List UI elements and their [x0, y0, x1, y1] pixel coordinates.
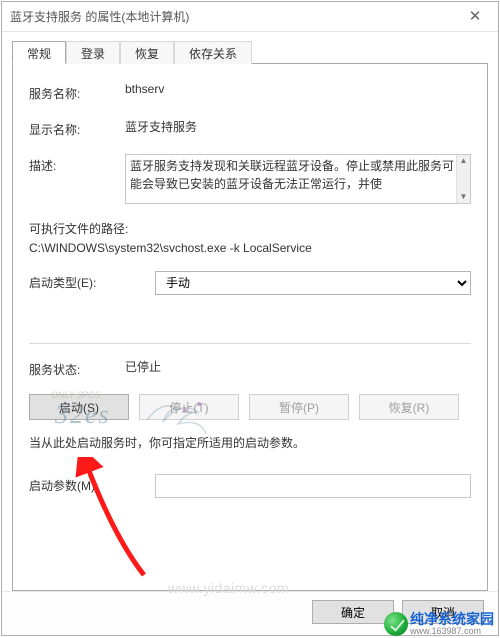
dialog-footer: 确定 取消 — [2, 591, 498, 635]
pause-button: 暂停(P) — [249, 394, 349, 420]
service-status-label: 服务状态: — [29, 358, 125, 378]
close-icon[interactable]: ✕ — [460, 6, 490, 28]
scroll-up-icon[interactable]: ▲ — [457, 155, 470, 167]
exe-path-label: 可执行文件的路径: — [29, 220, 471, 237]
cancel-button[interactable]: 取消 — [402, 600, 484, 624]
startup-type-select[interactable]: 手动 — [155, 271, 471, 295]
ok-button[interactable]: 确定 — [312, 600, 394, 624]
titlebar: 蓝牙支持服务 的属性(本地计算机) ✕ — [2, 2, 498, 32]
tab-recovery[interactable]: 恢复 — [120, 41, 174, 64]
description-box: 蓝牙服务支持发现和关联远程蓝牙设备。停止或禁用此服务可能会导致已安装的蓝牙设备无… — [125, 154, 471, 204]
tab-panel-general: 服务名称: bthserv 显示名称: 蓝牙支持服务 描述: 蓝牙服务支持发现和… — [12, 64, 488, 591]
description-text: 蓝牙服务支持发现和关联远程蓝牙设备。停止或禁用此服务可能会导致已安装的蓝牙设备无… — [130, 159, 454, 191]
tab-general[interactable]: 常规 — [12, 41, 66, 64]
resume-button: 恢复(R) — [359, 394, 459, 420]
service-control-buttons: 启动(S) 停止(T) 暂停(P) 恢复(R) — [29, 394, 471, 420]
exe-path-value: C:\WINDOWS\system32\svchost.exe -k Local… — [29, 241, 471, 255]
tab-dependencies[interactable]: 依存关系 — [174, 41, 252, 64]
start-button[interactable]: 启动(S) — [29, 394, 129, 420]
service-name-value: bthserv — [125, 82, 471, 96]
startup-type-label: 启动类型(E): — [29, 271, 155, 291]
divider — [29, 343, 471, 344]
service-name-label: 服务名称: — [29, 82, 125, 102]
display-name-label: 显示名称: — [29, 118, 125, 138]
content: 常规 登录 恢复 依存关系 服务名称: bthserv 显示名称: 蓝牙支持服务… — [2, 32, 498, 591]
tab-strip: 常规 登录 恢复 依存关系 — [12, 40, 488, 64]
description-scrollbar[interactable]: ▲ ▼ — [456, 155, 470, 203]
start-params-label: 启动参数(M): — [29, 474, 155, 494]
description-label: 描述: — [29, 154, 125, 174]
start-params-input[interactable] — [155, 474, 471, 498]
scroll-down-icon[interactable]: ▼ — [457, 191, 470, 203]
display-name-value: 蓝牙支持服务 — [125, 118, 471, 135]
tab-logon[interactable]: 登录 — [66, 41, 120, 64]
window-title: 蓝牙支持服务 的属性(本地计算机) — [10, 8, 189, 25]
stop-button: 停止(T) — [139, 394, 239, 420]
service-status-value: 已停止 — [125, 358, 471, 375]
start-params-hint: 当从此处启动服务时，你可指定所适用的启动参数。 — [29, 434, 471, 452]
properties-dialog: 蓝牙支持服务 的属性(本地计算机) ✕ 常规 登录 恢复 依存关系 服务名称: … — [1, 1, 499, 636]
